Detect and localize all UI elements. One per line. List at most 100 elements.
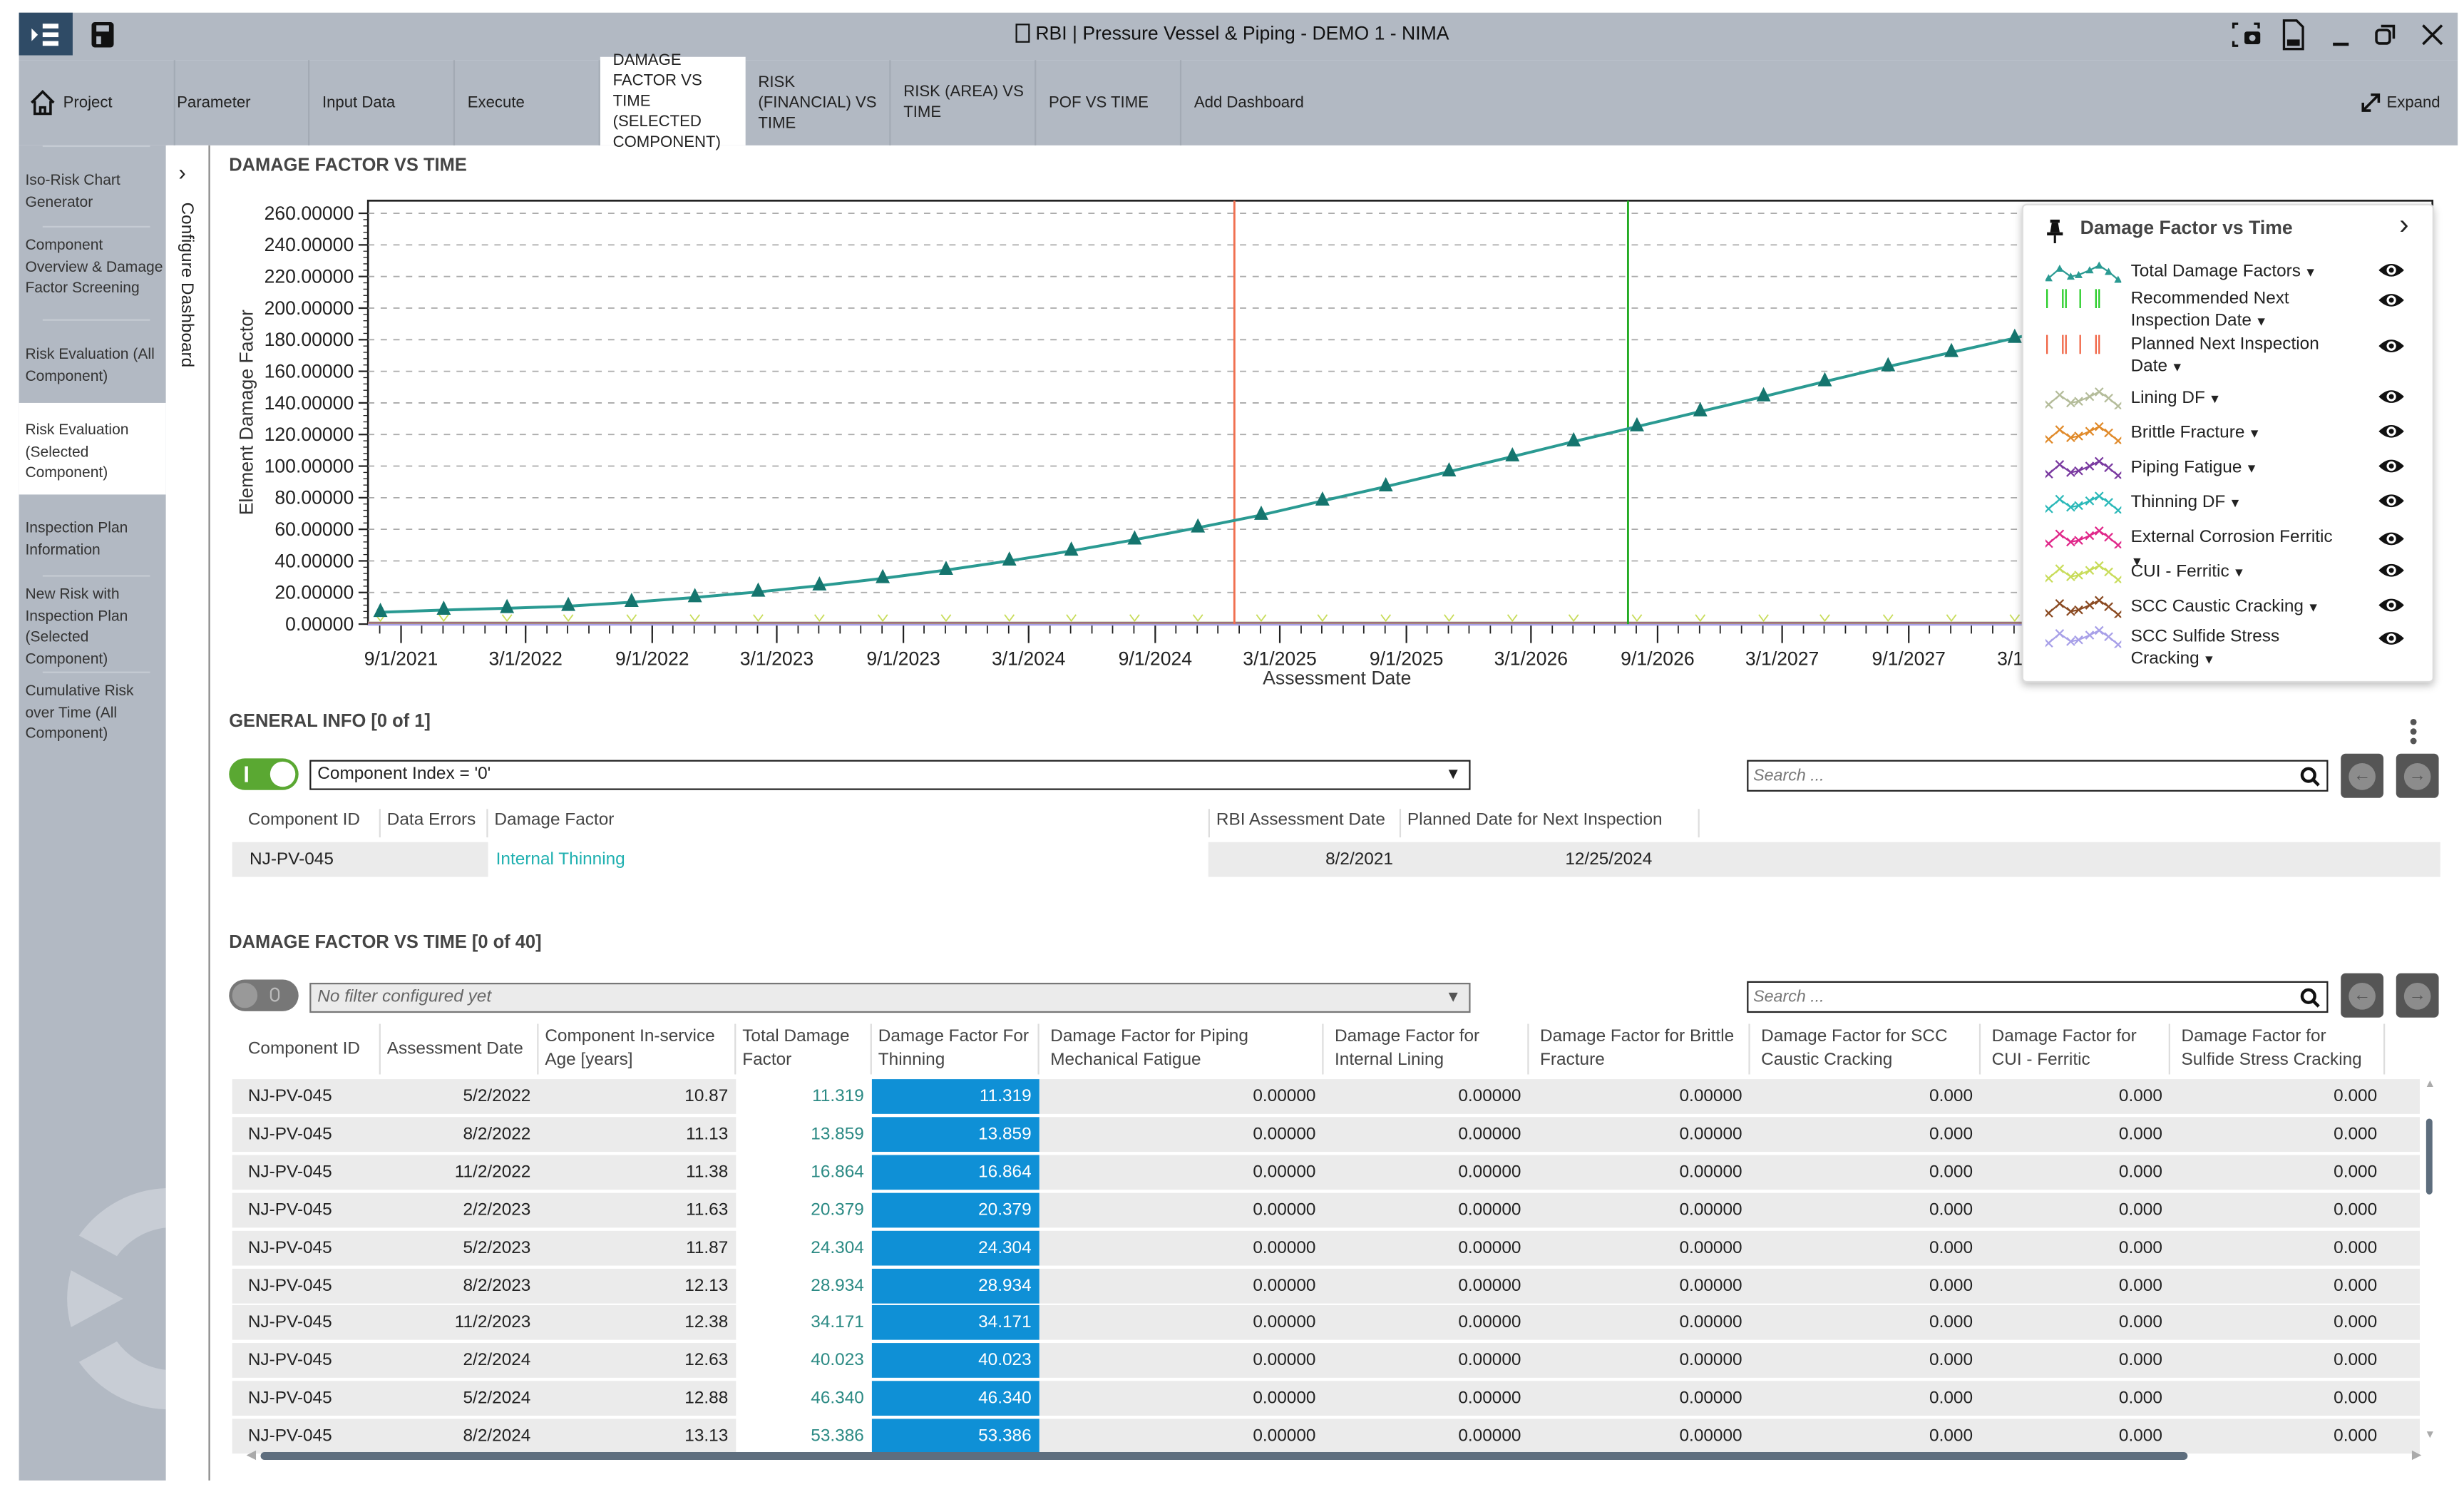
- table-cell[interactable]: 46.340: [736, 1381, 872, 1416]
- tab-project[interactable]: Project: [19, 60, 175, 145]
- df-prev-button[interactable]: ←: [2341, 973, 2384, 1018]
- table-cell[interactable]: 20.379: [736, 1192, 872, 1227]
- table-cell[interactable]: NJ-PV-045: [232, 1230, 381, 1265]
- table-cell[interactable]: 13.859: [736, 1117, 872, 1152]
- close-button[interactable]: [2413, 16, 2451, 53]
- table-cell[interactable]: NJ-PV-045: [232, 1306, 381, 1341]
- table-cell[interactable]: 12.88: [538, 1381, 736, 1416]
- legend-collapse-chevron-icon[interactable]: ›: [2399, 208, 2408, 242]
- table-cell[interactable]: 0.00000: [1324, 1381, 1529, 1416]
- df-filter-select[interactable]: No filter configured yet ▼: [309, 982, 1471, 1013]
- table-cell[interactable]: 0.00000: [1040, 1268, 1324, 1303]
- table-cell[interactable]: 11.319: [871, 1079, 1040, 1114]
- table-cell[interactable]: 0.000: [2170, 1419, 2385, 1454]
- general-info-next-button[interactable]: →: [2396, 753, 2439, 798]
- table-cell[interactable]: 0.000: [2170, 1155, 2385, 1190]
- legend-dropdown-caret-icon[interactable]: ▼: [2167, 360, 2184, 374]
- column-header[interactable]: Damage Factor For Thinning: [872, 1023, 1040, 1075]
- table-cell[interactable]: 11.38: [538, 1155, 736, 1190]
- table-cell[interactable]: 16.864: [871, 1155, 1040, 1190]
- table-cell[interactable]: 0.00000: [1529, 1192, 1750, 1227]
- table-cell[interactable]: 53.386: [871, 1419, 1040, 1454]
- table-cell[interactable]: 0.000: [1750, 1344, 1981, 1379]
- eye-visibility-icon[interactable]: [2377, 456, 2406, 476]
- tab-execute[interactable]: Execute: [455, 60, 600, 145]
- eye-visibility-icon[interactable]: [2377, 291, 2406, 310]
- table-cell[interactable]: 53.386: [736, 1419, 872, 1454]
- table-cell[interactable]: 0.00000: [1040, 1079, 1324, 1114]
- table-cell[interactable]: 20.379: [871, 1192, 1040, 1227]
- column-header[interactable]: Damage Factor for SCC Caustic Cracking: [1750, 1023, 1981, 1075]
- general-info-prev-button[interactable]: ←: [2341, 753, 2384, 798]
- table-cell[interactable]: 0.000: [2170, 1381, 2385, 1416]
- table-cell[interactable]: NJ-PV-045: [232, 1192, 381, 1227]
- table-cell[interactable]: 0.00000: [1324, 1268, 1529, 1303]
- df-search-input[interactable]: Search ...: [1747, 981, 2329, 1013]
- eye-visibility-icon[interactable]: [2377, 491, 2406, 511]
- table-cell[interactable]: 0.000: [1750, 1079, 1981, 1114]
- column-header[interactable]: Damage Factor for Brittle Fracture: [1529, 1023, 1750, 1075]
- scroll-left-arrow-icon[interactable]: ◀: [247, 1447, 257, 1461]
- table-cell[interactable]: 13.13: [538, 1419, 736, 1454]
- table-cell[interactable]: 10.87: [538, 1079, 736, 1114]
- table-cell[interactable]: 0.000: [2170, 1192, 2385, 1227]
- column-header[interactable]: Assessment Date: [381, 1023, 539, 1075]
- column-header[interactable]: Damage Factor for Piping Mechanical Fati…: [1040, 1023, 1324, 1075]
- table-cell[interactable]: 0.000: [1981, 1155, 2170, 1190]
- table-cell[interactable]: 28.934: [736, 1268, 872, 1303]
- tab-damage-factor-vs-time[interactable]: DAMAGE FACTOR VS TIME (SELECTED COMPONEN…: [600, 51, 746, 151]
- table-cell[interactable]: 0.00000: [1040, 1344, 1324, 1379]
- df-next-button[interactable]: →: [2396, 973, 2439, 1018]
- sidebar-item-risk-eval-all[interactable]: Risk Evaluation (All Component): [19, 344, 166, 387]
- table-cell[interactable]: NJ-PV-045: [232, 1117, 381, 1152]
- table-cell[interactable]: 5/2/2022: [381, 1079, 539, 1114]
- table-cell[interactable]: 0.00000: [1040, 1381, 1324, 1416]
- table-cell[interactable]: 0.000: [2170, 1268, 2385, 1303]
- table-cell[interactable]: NJ-PV-045: [232, 1268, 381, 1303]
- table-cell[interactable]: 0.00000: [1324, 1079, 1529, 1114]
- table-cell[interactable]: 0.00000: [1324, 1419, 1529, 1454]
- restore-button[interactable]: [2366, 16, 2404, 53]
- tab-risk-area-vs-time[interactable]: RISK (AREA) VS TIME: [890, 60, 1037, 145]
- table-cell[interactable]: 0.000: [1981, 1268, 2170, 1303]
- sidebar-item-inspection-plan[interactable]: Inspection Plan Information: [19, 518, 166, 561]
- table-cell[interactable]: 0.000: [1981, 1381, 2170, 1416]
- expand-button[interactable]: Expand: [2360, 60, 2455, 145]
- cell-planned-date[interactable]: 12/25/2024: [1401, 842, 1700, 877]
- table-cell[interactable]: 8/2/2022: [381, 1117, 539, 1152]
- tab-input-data[interactable]: Input Data: [309, 60, 456, 145]
- table-cell[interactable]: 8/2/2023: [381, 1268, 539, 1303]
- table-cell[interactable]: 0.00000: [1040, 1419, 1324, 1454]
- cell-component-id[interactable]: NJ-PV-045: [242, 842, 381, 877]
- table-cell[interactable]: 16.864: [736, 1155, 872, 1190]
- table-cell[interactable]: 0.00000: [1040, 1230, 1324, 1265]
- table-cell[interactable]: NJ-PV-045: [232, 1381, 381, 1416]
- table-cell[interactable]: 0.000: [1981, 1079, 2170, 1114]
- legend-dropdown-caret-icon[interactable]: ▼: [2242, 461, 2258, 476]
- tab-add-dashboard[interactable]: Add Dashboard: [1181, 60, 1355, 145]
- sidebar-item-iso-risk-chart[interactable]: Iso-Risk Chart Generator: [19, 170, 166, 213]
- cell-data-errors[interactable]: [381, 842, 488, 877]
- table-cell[interactable]: 28.934: [871, 1267, 1040, 1303]
- table-cell[interactable]: 0.00000: [1529, 1155, 1750, 1190]
- column-header[interactable]: RBI Assessment Date: [1208, 809, 1402, 838]
- table-cell[interactable]: 11/2/2023: [381, 1306, 539, 1341]
- table-cell[interactable]: 12.63: [538, 1344, 736, 1379]
- table-cell[interactable]: 24.304: [736, 1230, 872, 1265]
- table-cell[interactable]: 24.304: [871, 1230, 1040, 1265]
- column-header[interactable]: Damage Factor: [488, 809, 1208, 837]
- table-cell[interactable]: 0.000: [1750, 1419, 1981, 1454]
- table-cell[interactable]: 0.000: [1750, 1268, 1981, 1303]
- table-cell[interactable]: 0.000: [1981, 1344, 2170, 1379]
- eye-visibility-icon[interactable]: [2377, 561, 2406, 580]
- eye-visibility-icon[interactable]: [2377, 337, 2406, 356]
- table-cell[interactable]: 0.00000: [1324, 1344, 1529, 1379]
- column-header[interactable]: Total Damage Factor: [736, 1023, 872, 1075]
- column-header[interactable]: Data Errors: [381, 809, 488, 838]
- table-cell[interactable]: 0.00000: [1040, 1155, 1324, 1190]
- table-cell[interactable]: 0.000: [2170, 1306, 2385, 1341]
- sidebar-item-risk-eval-selected[interactable]: Risk Evaluation (Selected Component): [19, 402, 166, 495]
- column-header[interactable]: Damage Factor for Sulfide Stress Crackin…: [2170, 1023, 2386, 1075]
- table-cell[interactable]: 34.171: [736, 1306, 872, 1341]
- sidebar-item-component-overview[interactable]: Component Overview & Damage Factor Scree…: [19, 235, 166, 300]
